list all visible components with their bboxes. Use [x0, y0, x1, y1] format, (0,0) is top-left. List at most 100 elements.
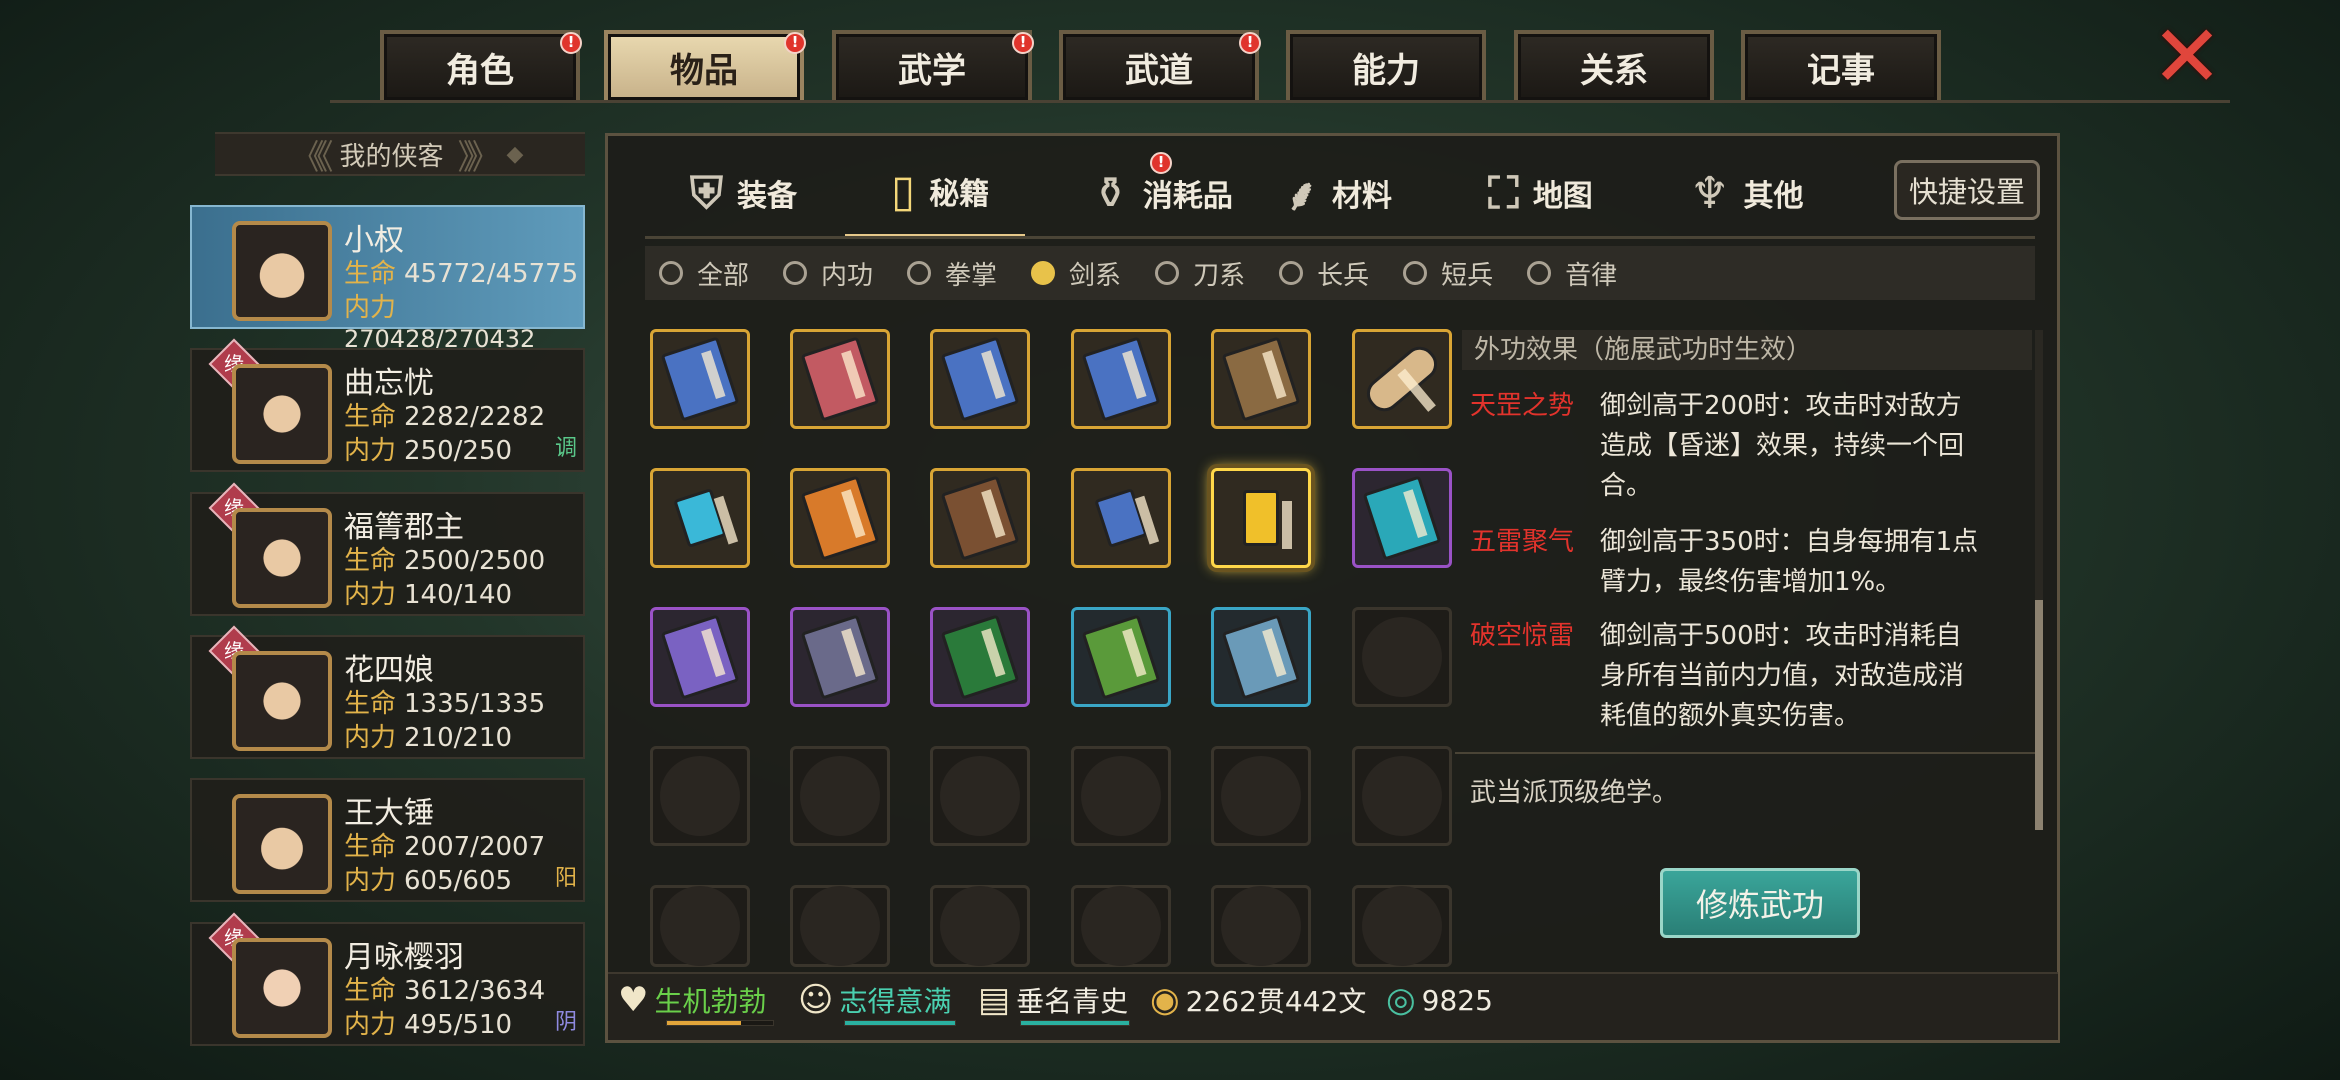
filter-short-weapon[interactable]: 短兵	[1403, 255, 1493, 292]
filter-inner-art[interactable]: 内功	[783, 255, 873, 292]
sidebar-title-label: 我的侠客	[339, 141, 444, 172]
item-slot[interactable]	[650, 329, 750, 429]
subtab-label: 材料	[1332, 179, 1392, 214]
subtab-materials[interactable]: ⸙ 材料	[1285, 148, 1392, 238]
empty-slot[interactable]	[1352, 607, 1452, 707]
empty-slot[interactable]	[790, 746, 890, 846]
close-icon[interactable]: ✕	[2148, 14, 2226, 100]
empty-slot[interactable]	[930, 885, 1030, 967]
item-slot[interactable]	[930, 329, 1030, 429]
subtab-manuals[interactable]: ▯ 秘籍	[845, 148, 1026, 238]
character-card[interactable]: 缘 福箐郡主 生命 2500/2500 内力 140/140	[190, 482, 585, 616]
subtab-equipment[interactable]: ⛨ 装备	[690, 148, 797, 238]
subtab-label: 消耗品	[1142, 179, 1233, 214]
hp-label: 生命	[344, 259, 397, 289]
item-slot[interactable]	[1211, 607, 1311, 707]
item-slot[interactable]	[930, 468, 1030, 568]
filter-label: 拳掌	[945, 260, 998, 291]
item-slot[interactable]	[650, 468, 750, 568]
jade-icon: ◎	[1386, 980, 1416, 1020]
item-slot[interactable]	[790, 607, 890, 707]
empty-slot[interactable]	[650, 885, 750, 967]
empty-slot-ring	[800, 756, 880, 836]
coin-icon: ◉	[1150, 980, 1180, 1020]
subtab-consumables[interactable]: ⚱ 消耗品!	[1092, 148, 1233, 238]
tab-martial-way[interactable]: 武道!	[1059, 30, 1261, 100]
filter-long-weapon[interactable]: 长兵	[1279, 255, 1369, 292]
tab-relations[interactable]: 关系	[1514, 30, 1714, 100]
subtab-maps[interactable]: ⛶ 地图	[1488, 148, 1593, 238]
fame-icon: ▤	[978, 980, 1011, 1020]
tab-journal[interactable]: 记事	[1741, 30, 1941, 100]
chevron-right-icon: 》》	[457, 137, 501, 178]
mp-label: 内力	[344, 1010, 397, 1040]
empty-slot[interactable]	[1352, 885, 1452, 967]
filter-label: 全部	[697, 260, 750, 291]
avatar	[232, 364, 332, 464]
mood-status: ☺ 志得意满	[798, 980, 951, 1020]
mood-bar-fill	[845, 1021, 955, 1025]
empty-slot-ring	[660, 886, 740, 966]
item-slot[interactable]	[1211, 329, 1311, 429]
avatar	[232, 651, 332, 751]
character-card[interactable]: 缘 月咏樱羽 生命 3612/3634 内力 495/510 阴	[190, 912, 585, 1046]
empty-slot-ring	[940, 886, 1020, 966]
money-display: ◉ 2262贯442文	[1150, 980, 1366, 1020]
empty-slot[interactable]	[1352, 746, 1452, 846]
item-slot[interactable]	[1071, 607, 1171, 707]
filter-label: 音律	[1565, 260, 1618, 291]
vitality-bar	[666, 1020, 774, 1026]
herb-icon: ⸙	[1285, 170, 1318, 221]
empty-slot[interactable]	[650, 746, 750, 846]
item-slot-selected[interactable]	[1211, 468, 1311, 568]
scrollbar-thumb[interactable]	[2035, 600, 2043, 830]
empty-slot[interactable]	[1071, 885, 1171, 967]
item-slot[interactable]	[1352, 329, 1452, 429]
tab-martial-arts[interactable]: 武学!	[832, 30, 1034, 100]
item-slot[interactable]	[790, 329, 890, 429]
subtab-label: 装备	[737, 179, 797, 214]
character-card[interactable]: 缘 曲忘忧 生命 2282/2282 内力 250/250 调	[190, 338, 585, 472]
hp-value: 1335/1335	[404, 689, 546, 719]
jade-display: ◎ 9825	[1386, 980, 1493, 1020]
hp-row: 生命 2007/2007	[344, 826, 545, 863]
detail-scrollbar[interactable]	[2035, 330, 2043, 830]
radio-icon	[907, 261, 932, 285]
filter-sword[interactable]: 剑系	[1031, 255, 1121, 292]
character-card[interactable]: 缘 花四娘 生命 1335/1335 内力 210/210	[190, 625, 585, 759]
effect-text-line: 御剑高于200时：攻击时对敌方	[1600, 391, 1962, 421]
empty-slot[interactable]	[930, 746, 1030, 846]
empty-slot[interactable]	[1211, 885, 1311, 967]
hp-value: 2500/2500	[404, 546, 546, 576]
item-slot[interactable]	[650, 607, 750, 707]
mp-label: 内力	[344, 436, 397, 466]
face-icon: ☺	[798, 980, 834, 1020]
filter-music[interactable]: 音律	[1527, 255, 1617, 292]
subtab-other[interactable]: ♆ 其他	[1690, 148, 1803, 238]
empty-slot[interactable]	[1211, 746, 1311, 846]
alert-badge: !	[560, 32, 582, 54]
character-card[interactable]: 小权 生命 45772/45775 内力270428/270432	[190, 205, 585, 353]
filter-fist[interactable]: 拳掌	[907, 255, 997, 292]
filter-all[interactable]: 全部	[659, 255, 749, 292]
tab-items[interactable]: 物品!	[604, 30, 806, 100]
manual-icon	[1221, 614, 1301, 700]
item-slot[interactable]	[1352, 468, 1452, 568]
tab-abilities[interactable]: 能力	[1286, 30, 1486, 100]
tab-character[interactable]: 角色!	[380, 30, 582, 100]
item-slot[interactable]	[1071, 468, 1171, 568]
empty-slot[interactable]	[1071, 746, 1171, 846]
alert-badge: !	[1150, 152, 1172, 174]
mp-row: 内力 250/250	[344, 430, 512, 467]
item-slot[interactable]	[930, 607, 1030, 707]
item-slot[interactable]	[1071, 329, 1171, 429]
shortcut-settings-button[interactable]: 快捷设置	[1894, 160, 2040, 220]
filter-bar: 全部 内功 拳掌 剑系 刀系 长兵 短兵 音律	[645, 246, 2035, 300]
item-slot[interactable]	[790, 468, 890, 568]
train-skill-button[interactable]: 修炼武功	[1660, 868, 1860, 938]
avatar	[232, 794, 332, 894]
subtab-label: 秘籍	[929, 177, 990, 212]
character-card[interactable]: 王大锤 生命 2007/2007 内力 605/605 阳	[190, 778, 585, 902]
filter-blade[interactable]: 刀系	[1155, 255, 1245, 292]
empty-slot[interactable]	[790, 885, 890, 967]
